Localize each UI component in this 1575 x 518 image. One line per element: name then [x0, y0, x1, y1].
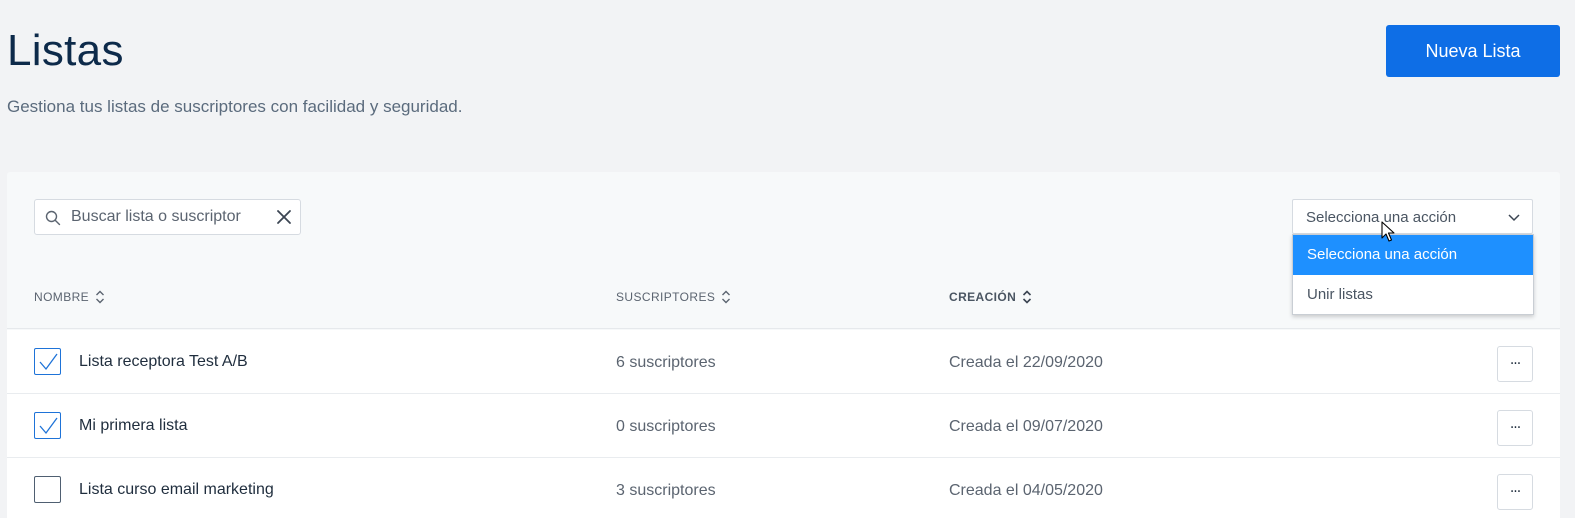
action-select-value: Selecciona una acción — [1306, 209, 1457, 226]
more-options-button[interactable]: ··· — [1497, 410, 1533, 446]
action-select[interactable]: Selecciona una acción — [1292, 199, 1533, 234]
row-checkbox[interactable] — [34, 412, 61, 439]
lists-page: Listas Gestiona tus listas de suscriptor… — [0, 0, 1575, 518]
column-created-label: CREACIÓN — [949, 290, 1017, 304]
sort-icon — [96, 290, 105, 304]
check-icon — [39, 417, 58, 435]
check-icon — [39, 353, 58, 371]
row-checkbox[interactable] — [34, 476, 61, 503]
column-subscribers-label: SUSCRIPTORES — [616, 290, 716, 304]
list-subscribers: 6 suscriptores — [616, 354, 716, 371]
table-row[interactable]: Lista receptora Test A/B 6 suscriptores … — [7, 330, 1560, 394]
list-name[interactable]: Mi primera lista — [79, 417, 187, 435]
search-box[interactable] — [34, 199, 301, 235]
sort-icon — [1023, 290, 1032, 304]
column-created-header[interactable]: CREACIÓN — [949, 290, 1032, 304]
search-input[interactable] — [71, 206, 271, 228]
table-row[interactable]: Lista curso email marketing 3 suscriptor… — [7, 458, 1560, 518]
chevron-down-icon — [1508, 214, 1520, 222]
table-row[interactable]: Mi primera lista 0 suscriptores Creada e… — [7, 394, 1560, 458]
dropdown-option-select-action[interactable]: Selecciona una acción — [1293, 235, 1533, 275]
lists-card: Selecciona una acción NOMBRE SUSCRIPTORE… — [7, 172, 1560, 518]
list-created: Creada el 09/07/2020 — [949, 418, 1103, 435]
list-subscribers: 3 suscriptores — [616, 482, 716, 499]
row-checkbox[interactable] — [34, 348, 61, 375]
dropdown-option-merge-lists[interactable]: Unir listas — [1293, 275, 1533, 315]
list-subscribers: 0 suscriptores — [616, 418, 716, 435]
search-icon — [45, 210, 61, 226]
sort-icon — [722, 290, 731, 304]
action-dropdown-menu: Selecciona una acción Unir listas — [1292, 234, 1534, 315]
column-name-header[interactable]: NOMBRE — [34, 290, 105, 304]
list-name[interactable]: Lista curso email marketing — [79, 481, 274, 499]
list-created: Creada el 22/09/2020 — [949, 354, 1103, 371]
more-options-button[interactable]: ··· — [1497, 474, 1533, 510]
new-list-button[interactable]: Nueva Lista — [1386, 25, 1560, 77]
page-title: Listas — [7, 26, 124, 75]
column-name-label: NOMBRE — [34, 290, 90, 304]
page-subtitle: Gestiona tus listas de suscriptores con … — [7, 97, 463, 116]
close-icon[interactable] — [276, 209, 292, 225]
list-created: Creada el 04/05/2020 — [949, 482, 1103, 499]
list-name[interactable]: Lista receptora Test A/B — [79, 353, 248, 371]
more-options-button[interactable]: ··· — [1497, 346, 1533, 382]
column-subscribers-header[interactable]: SUSCRIPTORES — [616, 290, 731, 304]
